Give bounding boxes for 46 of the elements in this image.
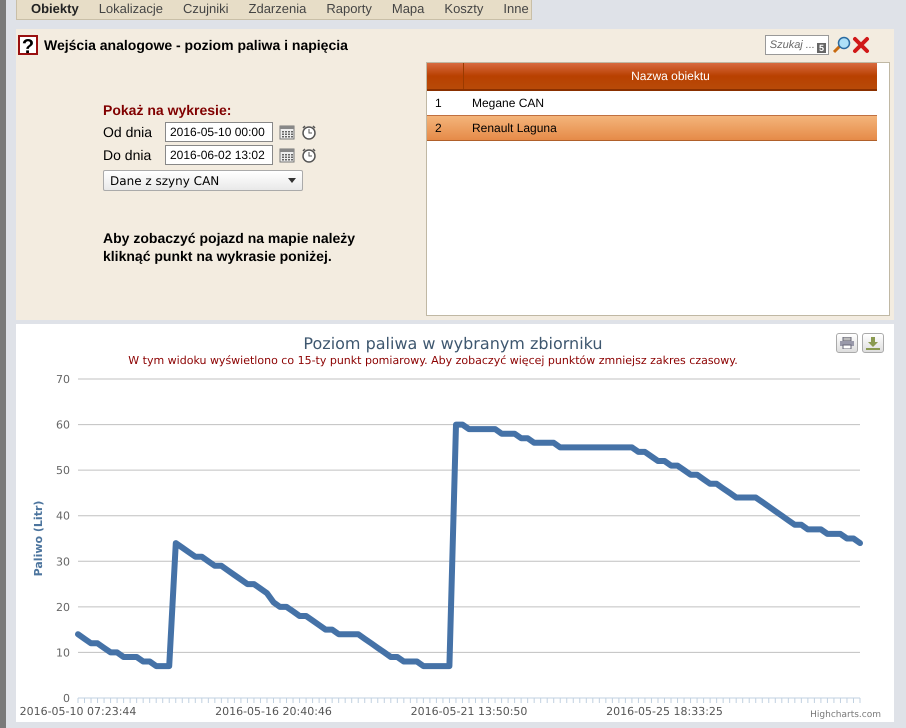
count-badge: 5 bbox=[816, 43, 826, 53]
x-tick-label: 2016-05-25 18:33:25 bbox=[606, 705, 723, 718]
nav-tab[interactable]: Lokalizacje bbox=[88, 0, 174, 19]
y-tick-label: 0 bbox=[63, 692, 70, 705]
y-tick-label: 60 bbox=[56, 418, 70, 432]
x-tick-label: 2016-05-16 20:40:46 bbox=[215, 705, 332, 718]
nav-tab[interactable]: Inne bbox=[493, 0, 539, 19]
chart-title: Poziom paliwa w wybranym zbiorniku bbox=[303, 334, 603, 353]
y-tick-label: 20 bbox=[56, 600, 70, 614]
y-tick-label: 30 bbox=[56, 555, 70, 568]
page-title: Wejścia analogowe - poziom paliwa i napięcia bbox=[44, 37, 349, 53]
date-field[interactable]: 2016-06-02 13:02 bbox=[165, 145, 273, 165]
y-tick-label: 10 bbox=[56, 646, 70, 660]
nav-tab[interactable]: Zdarzenia bbox=[238, 0, 316, 19]
magnifier-icon[interactable] bbox=[832, 36, 852, 54]
date-field[interactable]: 2016-05-10 00:00 bbox=[165, 122, 273, 142]
x-tick-label: 2016-05-10 07:23:44 bbox=[20, 705, 136, 718]
nav-tab[interactable]: Koszty bbox=[434, 0, 494, 19]
nav-tab[interactable]: Obiekty bbox=[21, 0, 89, 19]
table-row[interactable]: 2 Renault Laguna bbox=[427, 116, 877, 141]
search-field[interactable]: Szukaj ... 5 bbox=[764, 35, 829, 55]
y-tick-label: 50 bbox=[56, 464, 70, 478]
table-header: Nazwa obiektu bbox=[427, 63, 877, 91]
y-tick-label: 70 bbox=[56, 373, 70, 386]
chart-subtitle: W tym widoku wyświetlono co 15-ty punkt pomiarowy. Aby zobaczyć więcej punktów zmniejsz zakres czasowy. bbox=[128, 354, 738, 367]
nav-tab[interactable]: Raporty bbox=[316, 0, 382, 19]
hint-text: Aby zobaczyć pojazd na mapie należy kliknąć punkt na wykrasie poniżej. bbox=[103, 229, 356, 265]
alarm-clock-icon[interactable] bbox=[301, 124, 317, 140]
caret-icon bbox=[288, 178, 296, 183]
close-icon[interactable] bbox=[852, 36, 870, 54]
source-dropdown[interactable]: Dane z szyny CAN bbox=[103, 170, 303, 191]
nav-tab[interactable]: Mapa bbox=[382, 0, 434, 19]
form-heading: Pokaż na wykresie: bbox=[103, 102, 232, 118]
x-tick-label: 2016-05-21 13:50:50 bbox=[410, 705, 528, 718]
nav-tab[interactable]: Czujniki bbox=[173, 0, 239, 19]
field-label: Od dnia bbox=[103, 124, 154, 140]
help-icon[interactable]: ? bbox=[18, 35, 38, 55]
y-axis-title: Paliwo (Litr) bbox=[32, 500, 45, 576]
download-button[interactable] bbox=[862, 333, 884, 353]
y-tick-label: 40 bbox=[56, 510, 70, 523]
alarm-clock-icon[interactable] bbox=[301, 147, 317, 163]
field-label: Do dnia bbox=[103, 147, 152, 163]
calendar-icon[interactable] bbox=[279, 147, 295, 163]
calendar-icon[interactable] bbox=[279, 124, 295, 140]
print-button[interactable] bbox=[836, 333, 858, 353]
credits-text[interactable]: Highcharts.com bbox=[810, 710, 881, 720]
